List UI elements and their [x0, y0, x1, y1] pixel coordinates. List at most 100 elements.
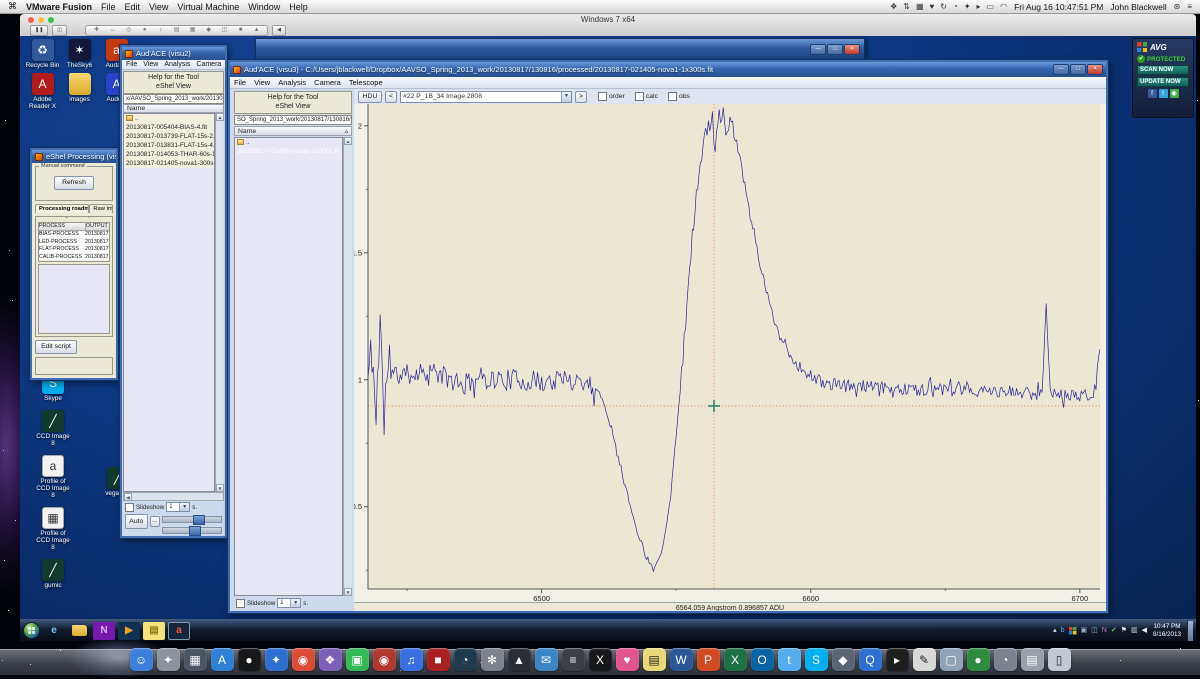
threshold-slider-high[interactable]: [162, 516, 222, 523]
dock-app-icon[interactable]: ▢: [940, 648, 963, 671]
vm-device-icon[interactable]: ▲: [249, 26, 264, 35]
menubar-menu-item[interactable]: Edit: [125, 2, 141, 12]
menubar-status-icon[interactable]: ▸: [977, 2, 981, 11]
dock-app-icon[interactable]: ♥: [616, 648, 639, 671]
visu2-name-header[interactable]: Name: [123, 104, 224, 113]
desktop-icon[interactable]: images: [61, 73, 98, 110]
menubar-app-name[interactable]: VMware Fusion: [26, 2, 92, 12]
tray-icon[interactable]: [1069, 627, 1077, 635]
file-row[interactable]: 20130817-013831-FLAT-15s-4.fit: [124, 141, 214, 150]
desktop-icon[interactable]: ♻ Recycle Bin: [24, 39, 61, 69]
dock-app-icon[interactable]: W: [670, 648, 693, 671]
taskbar-app-button[interactable]: e: [43, 622, 65, 640]
dock-app-icon[interactable]: ◔: [994, 648, 1017, 671]
vm-device-icon[interactable]: ▤: [169, 26, 184, 35]
tray-icon[interactable]: ✔: [1111, 626, 1117, 636]
tray-icon[interactable]: ▣: [1081, 626, 1088, 636]
dock-app-icon[interactable]: ●: [238, 648, 261, 671]
threshold-slider-low[interactable]: [162, 527, 222, 534]
sort-icon[interactable]: ▵: [345, 127, 348, 135]
notification-center-icon[interactable]: ≡: [1187, 2, 1192, 11]
vm-device-icon[interactable]: ■: [233, 26, 248, 35]
start-button[interactable]: [23, 622, 40, 639]
visu2-path-field[interactable]: x/AAVSO_Spring_2013_work/20130817/13: [123, 94, 224, 104]
menubar-menu-item[interactable]: Window: [248, 2, 280, 12]
window-control-button[interactable]: ✕: [1087, 64, 1103, 75]
menu-item[interactable]: Camera: [196, 61, 221, 68]
dock-app-icon[interactable]: ◉: [292, 648, 315, 671]
window-control-button[interactable]: —: [810, 44, 826, 55]
tray-icon[interactable]: ⚑: [1121, 626, 1127, 636]
auto-button[interactable]: Auto: [125, 514, 148, 529]
tray-icon[interactable]: ◫: [1091, 626, 1098, 636]
dock-app-icon[interactable]: ✻: [481, 648, 504, 671]
file-row[interactable]: ..: [235, 138, 342, 147]
visu2-scrollbar[interactable]: ▲▼: [215, 113, 224, 492]
option-checkbox[interactable]: [668, 92, 677, 101]
tray-icon[interactable]: N: [1102, 626, 1107, 636]
menubar-menu-item[interactable]: Help: [289, 2, 308, 12]
vm-device-icon[interactable]: ◫: [217, 26, 232, 35]
dock-app-icon[interactable]: X: [589, 648, 612, 671]
tray-icon[interactable]: ▥: [1131, 626, 1138, 636]
desktop-icon[interactable]: ╱ gumic: [35, 559, 72, 589]
visu3-scrollbar[interactable]: ▲▼: [343, 137, 352, 596]
dock-app-icon[interactable]: S: [805, 648, 828, 671]
eshel-titlebar[interactable]: eShel Processing (visu1): [32, 150, 116, 163]
dock-app-icon[interactable]: ≡: [562, 648, 585, 671]
hdu-select[interactable]: #22 P_1B_34 Image 2808 ▼: [400, 91, 572, 103]
update-now-button[interactable]: UPDATE NOW: [1137, 77, 1189, 87]
menubar-status-icon[interactable]: ↻: [940, 2, 947, 11]
tray-icon[interactable]: ▴: [1053, 626, 1057, 636]
tray-icon[interactable]: ◀: [1142, 626, 1147, 636]
visu3-titlebar[interactable]: Aud'ACE (visu3) - C:/Users/jblackwell/Dr…: [230, 62, 1106, 77]
tab-raw-images[interactable]: Raw im: [89, 204, 113, 213]
hdu-button[interactable]: HDU: [358, 91, 382, 103]
file-row[interactable]: 20130817-021405-nova1-300s-1.fit: [124, 159, 214, 168]
menubar-menu-item[interactable]: Virtual Machine: [177, 2, 239, 12]
apple-menu-icon[interactable]: ⌘: [8, 1, 17, 12]
menubar-status-icon[interactable]: ❖: [890, 2, 897, 11]
dock-app-icon[interactable]: ●: [967, 648, 990, 671]
file-row[interactable]: 20130817-014053-THAR-60s-1.fit: [124, 150, 214, 159]
spectrum-plot[interactable]: 0.511.52650066006700: [354, 104, 1104, 602]
dock-app-icon[interactable]: ◆: [832, 648, 855, 671]
menu-item[interactable]: Telescope: [349, 78, 383, 87]
edit-script-button[interactable]: Edit script: [35, 340, 77, 354]
dock-app-icon[interactable]: ◉: [373, 648, 396, 671]
file-row[interactable]: 20130817-005404-BIAS-4.fit: [124, 123, 214, 132]
process-row[interactable]: BIAS-PROCESS 20130817: [39, 231, 109, 239]
social-icon[interactable]: ◉: [1170, 89, 1179, 98]
menu-item[interactable]: Analysis: [164, 61, 190, 68]
vm-device-icon[interactable]: ♪: [153, 26, 168, 35]
menu-item[interactable]: File: [234, 78, 246, 87]
dock-app-icon[interactable]: ▤: [643, 648, 666, 671]
taskbar-clock[interactable]: 10:47 PM 8/16/2013: [1150, 623, 1184, 638]
menubar-status-icon[interactable]: ▭: [987, 2, 995, 11]
window-control-button[interactable]: □: [827, 44, 843, 55]
chevron-down-icon[interactable]: ▼: [561, 92, 571, 102]
file-row[interactable]: 20130817-021405-nova1-1x300s.fit: [235, 147, 342, 156]
spotlight-icon[interactable]: ⊛: [1174, 2, 1181, 11]
menubar-menu-item[interactable]: View: [149, 2, 168, 12]
more-button[interactable]: ...: [150, 516, 160, 527]
eshel-list-area[interactable]: [38, 264, 110, 334]
menubar-status-icon[interactable]: ▦: [916, 2, 924, 11]
taskbar-app-button[interactable]: [68, 622, 90, 640]
vm-device-icon[interactable]: ✚: [89, 26, 104, 35]
window-control-button[interactable]: □: [1070, 64, 1086, 75]
desktop-icon[interactable]: a Profile of CCD Image 8: [35, 455, 72, 499]
dock-app-icon[interactable]: A: [211, 648, 234, 671]
menubar-status-icon[interactable]: ⇅: [903, 2, 910, 11]
menubar-clock[interactable]: Fri Aug 16 10:47:51 PM: [1014, 2, 1103, 12]
dock-app-icon[interactable]: ▦: [184, 648, 207, 671]
menubar-status-icon[interactable]: ✦: [964, 2, 971, 11]
menubar-status-icon[interactable]: ♥: [930, 2, 935, 11]
desktop-icon[interactable]: ╱ CCD Image 8: [35, 410, 72, 447]
taskbar-app-button[interactable]: ▶: [118, 622, 140, 640]
process-row[interactable]: FLAT-PROCESS 20130817: [39, 246, 109, 254]
window-control-button[interactable]: —: [1053, 64, 1069, 75]
social-icon[interactable]: t: [1159, 89, 1168, 98]
slideshow-checkbox[interactable]: [125, 503, 134, 512]
dock-app-icon[interactable]: ▣: [346, 648, 369, 671]
